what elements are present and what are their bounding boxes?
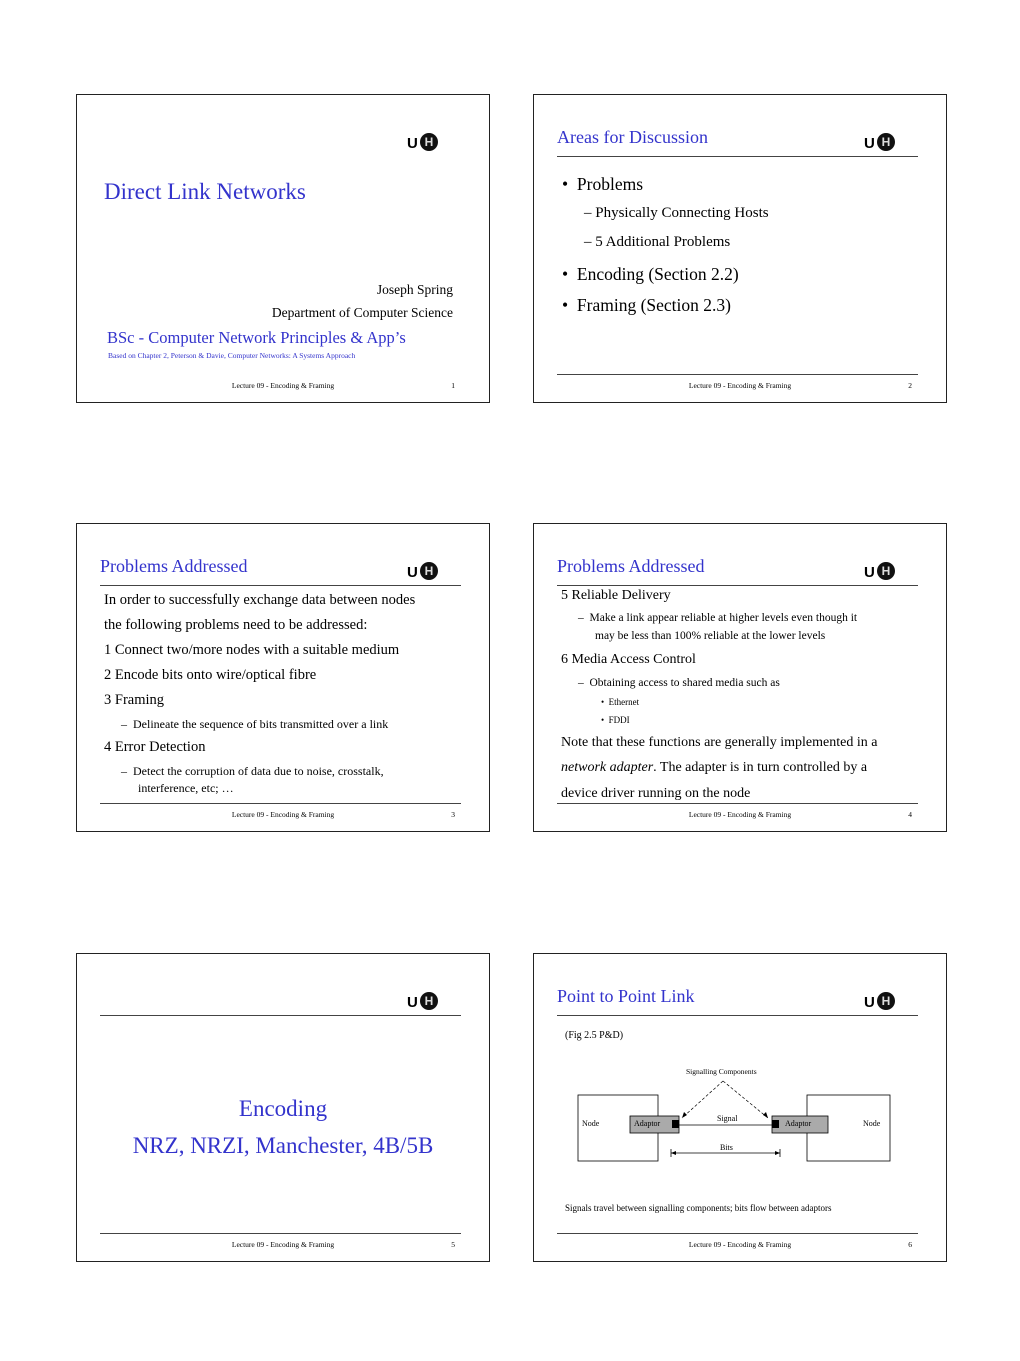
- problem-sub-item: – Delineate the sequence of bits transmi…: [121, 717, 389, 731]
- bits-arrowhead-left: [671, 1151, 676, 1155]
- problem-item: 3 Framing: [104, 692, 165, 708]
- uh-logo-icon: UH: [864, 133, 896, 152]
- slide-2: Areas for Discussion UH • Problems – Phy…: [533, 94, 947, 403]
- department: Department of Computer Science: [271, 305, 453, 320]
- bits-arrowhead-right: [775, 1151, 780, 1155]
- problem-sub-item-cont: may be less than 100% reliable at the lo…: [595, 630, 826, 642]
- footer-divider: [557, 803, 918, 804]
- slide-footer: Lecture 09 - Encoding & Framing: [688, 810, 792, 819]
- footer-divider: [100, 1233, 461, 1234]
- slide-title: Direct Link Networks: [104, 179, 306, 204]
- header-divider: [100, 585, 461, 586]
- intro-text: In order to successfully exchange data b…: [104, 592, 416, 608]
- course-title: BSc - Computer Network Principles & App’…: [107, 328, 406, 347]
- page-number: 2: [908, 381, 912, 390]
- note-text: device driver running on the node: [561, 786, 751, 801]
- intro-text: the following problems need to be addres…: [104, 617, 368, 633]
- slide-5: UH Encoding NRZ, NRZI, Manchester, 4B/5B…: [76, 953, 490, 1262]
- page-number: 1: [451, 381, 455, 390]
- signalling-component-right: [772, 1120, 779, 1128]
- slide-footer: Lecture 09 - Encoding & Framing: [231, 381, 335, 390]
- slide-6: Point to Point Link UH (Fig 2.5 P&D) Sig…: [533, 953, 947, 1262]
- slide-footer: Lecture 09 - Encoding & Framing: [688, 1240, 792, 1249]
- slide-footer: Lecture 09 - Encoding & Framing: [231, 810, 335, 819]
- media-example: • Ethernet: [601, 697, 640, 707]
- footer-divider: [100, 803, 461, 804]
- adaptor-label-right: Adaptor: [785, 1119, 812, 1128]
- header-divider: [557, 585, 918, 586]
- problem-sub-item: – Detect the corruption of data due to n…: [121, 764, 384, 778]
- problem-item: 6 Media Access Control: [561, 652, 696, 667]
- bullet-item: • Encoding (Section 2.2): [562, 264, 739, 284]
- slide-1: UH Direct Link Networks Joseph Spring De…: [76, 94, 490, 403]
- arrowhead-left: [682, 1112, 687, 1118]
- sub-bullet-item: – Physically Connecting Hosts: [584, 205, 769, 221]
- section-title: Encoding: [238, 1096, 328, 1121]
- signalling-component-left: [672, 1120, 679, 1128]
- problem-sub-item: – Make a link appear reliable at higher …: [578, 612, 858, 624]
- footer-divider: [557, 374, 918, 375]
- sub-bullet-item: – 5 Additional Problems: [584, 234, 731, 250]
- header-divider: [100, 1015, 461, 1016]
- pointer-right: [722, 1080, 769, 1119]
- author: Joseph Spring: [376, 282, 453, 297]
- slide-footer: Lecture 09 - Encoding & Framing: [688, 381, 792, 390]
- problem-item: 2 Encode bits onto wire/optical fibre: [104, 667, 317, 683]
- pointer-left: [681, 1080, 724, 1119]
- signal-label: Signal: [717, 1114, 738, 1123]
- page-number: 4: [908, 810, 912, 819]
- problem-item: 1 Connect two/more nodes with a suitable…: [104, 642, 400, 658]
- problem-item: 5 Reliable Delivery: [561, 588, 671, 603]
- slide-title: Problems Addressed: [100, 556, 248, 576]
- arrowhead-right: [763, 1112, 768, 1118]
- note-text: Note that these functions are generally …: [561, 735, 878, 750]
- media-example: • FDDI: [601, 715, 630, 725]
- page-number: 3: [451, 810, 455, 819]
- source-note: Based on Chapter 2, Peterson & Davie, Co…: [108, 351, 356, 360]
- bits-label: Bits: [720, 1143, 733, 1152]
- uh-logo-icon: UH: [407, 133, 439, 152]
- uh-logo-icon: UH: [407, 562, 439, 581]
- problem-sub-item: – Obtaining access to shared media such …: [578, 677, 780, 689]
- page-number: 6: [908, 1240, 912, 1249]
- section-subtitle: NRZ, NRZI, Manchester, 4B/5B: [132, 1133, 434, 1158]
- slide-3: Problems Addressed UH In order to succes…: [76, 523, 490, 832]
- footer-divider: [557, 1233, 918, 1234]
- slide-title: Areas for Discussion: [557, 127, 708, 147]
- node-label-right: Node: [863, 1119, 881, 1128]
- figure-caption: Signals travel between signalling compon…: [565, 1203, 832, 1213]
- point-to-point-diagram: [577, 1080, 891, 1162]
- bullet-item: • Problems: [562, 174, 644, 194]
- signalling-components-label: Signalling Components: [686, 1067, 757, 1076]
- uh-logo-icon: UH: [407, 992, 439, 1011]
- slide-4: Problems Addressed UH 5 Reliable Deliver…: [533, 523, 947, 832]
- problem-sub-item-cont: interference, etc; …: [138, 781, 234, 795]
- slide-footer: Lecture 09 - Encoding & Framing: [231, 1240, 335, 1249]
- uh-logo-icon: UH: [864, 562, 896, 581]
- page-number: 5: [451, 1240, 455, 1249]
- bullet-item: • Framing (Section 2.3): [562, 295, 731, 315]
- header-divider: [557, 156, 918, 157]
- adaptor-label-left: Adaptor: [634, 1119, 661, 1128]
- node-label-left: Node: [582, 1119, 600, 1128]
- note-text: network adapter. The adapter is in turn …: [561, 760, 868, 775]
- slide-title: Problems Addressed: [557, 556, 705, 576]
- problem-item: 4 Error Detection: [104, 739, 206, 755]
